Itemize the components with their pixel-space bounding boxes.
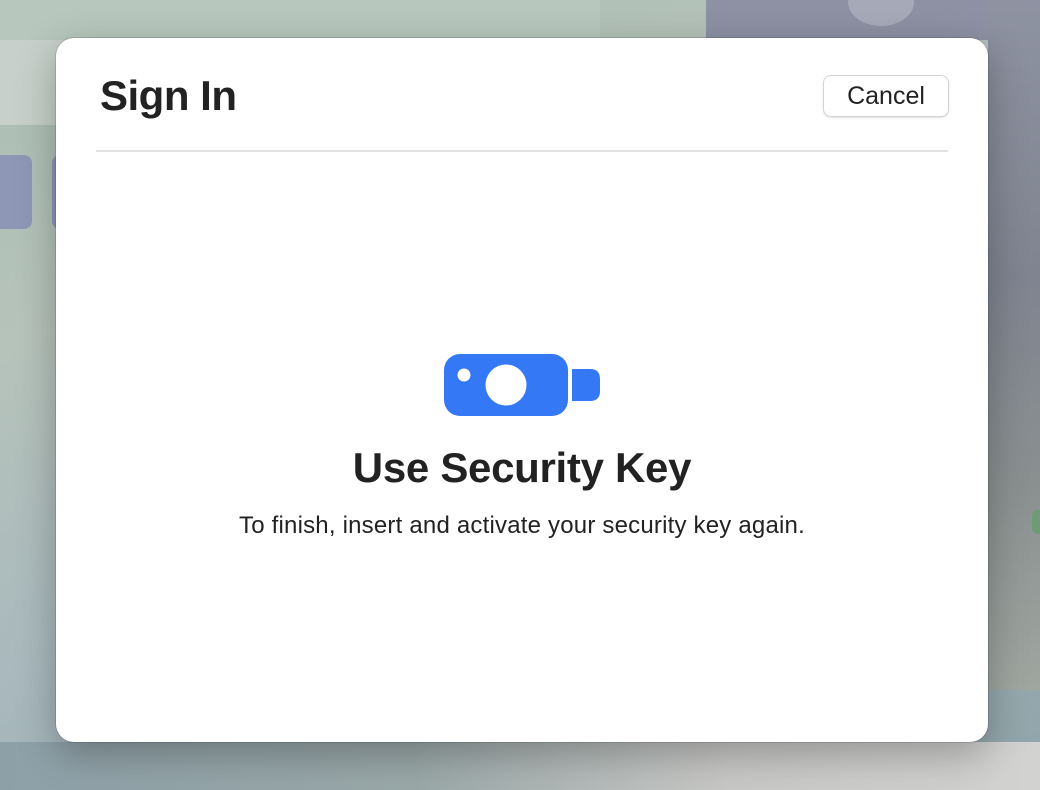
sign-in-dialog: Sign In Cancel Use Security Key To finis…	[56, 38, 988, 742]
background-shape	[988, 0, 1040, 690]
dialog-heading: Use Security Key	[352, 444, 692, 491]
cancel-button[interactable]: Cancel	[823, 75, 949, 117]
security-key-icon	[444, 354, 600, 416]
background-shape	[1032, 510, 1040, 534]
background-shape	[0, 0, 600, 40]
divider	[96, 150, 948, 152]
dialog-message: To finish, insert and activate your secu…	[239, 512, 805, 539]
background-tile	[0, 155, 32, 229]
background-shape	[0, 742, 1040, 790]
dialog-title: Sign In	[100, 72, 237, 119]
